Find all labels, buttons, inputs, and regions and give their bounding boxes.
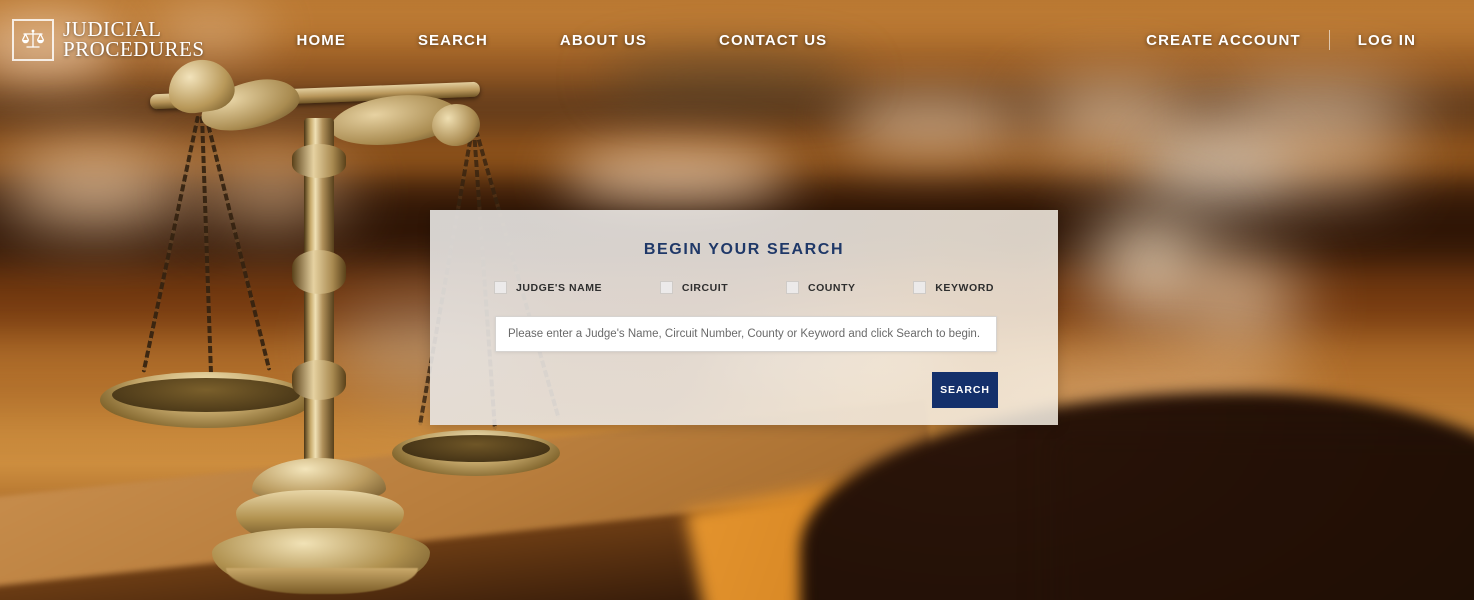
logo-line-2: PROCEDURES	[63, 37, 205, 61]
filter-circuit[interactable]: CIRCUIT	[659, 281, 729, 294]
nav-item-home[interactable]: HOME	[261, 24, 382, 57]
filter-county[interactable]: COUNTY	[785, 281, 856, 294]
page-root: JUDICIAL PROCEDURES HOME SEARCH ABOUT US…	[0, 0, 1474, 600]
search-filter-checkboxes: JUDGE'S NAME CIRCUIT COUNTY KEYWORD	[494, 281, 994, 294]
checkbox-county[interactable]	[785, 281, 799, 294]
filter-keyword[interactable]: KEYWORD	[913, 281, 994, 294]
checkbox-circuit[interactable]	[659, 281, 673, 294]
create-account-link[interactable]: CREATE ACCOUNT	[1118, 24, 1329, 57]
filter-label-judges-name: JUDGE'S NAME	[516, 281, 603, 294]
site-header: JUDICIAL PROCEDURES HOME SEARCH ABOUT US…	[0, 0, 1474, 80]
filter-label-county: COUNTY	[807, 281, 856, 294]
filter-judges-name[interactable]: JUDGE'S NAME	[494, 281, 602, 294]
filter-label-keyword: KEYWORD	[935, 281, 994, 294]
panel-title: BEGIN YOUR SEARCH	[643, 241, 845, 258]
checkbox-judges-name[interactable]	[494, 281, 507, 294]
begin-search-panel: BEGIN YOUR SEARCH JUDGE'S NAME CIRCUIT C…	[430, 210, 1058, 425]
log-in-link[interactable]: LOG IN	[1330, 24, 1444, 57]
nav-item-about-us[interactable]: ABOUT US	[524, 24, 683, 57]
search-input[interactable]	[495, 316, 997, 352]
site-logo[interactable]: JUDICIAL PROCEDURES	[12, 19, 205, 61]
scales-of-justice-icon	[12, 19, 54, 61]
account-navigation: CREATE ACCOUNT LOG IN	[1118, 24, 1444, 57]
nav-item-search[interactable]: SEARCH	[382, 24, 524, 57]
nav-item-contact-us[interactable]: CONTACT US	[683, 24, 863, 57]
search-button[interactable]: SEARCH	[932, 372, 998, 408]
checkbox-keyword[interactable]	[913, 281, 927, 294]
site-logo-text: JUDICIAL PROCEDURES	[63, 19, 205, 61]
main-navigation: HOME SEARCH ABOUT US CONTACT US	[261, 24, 864, 57]
filter-label-circuit: CIRCUIT	[681, 281, 729, 294]
